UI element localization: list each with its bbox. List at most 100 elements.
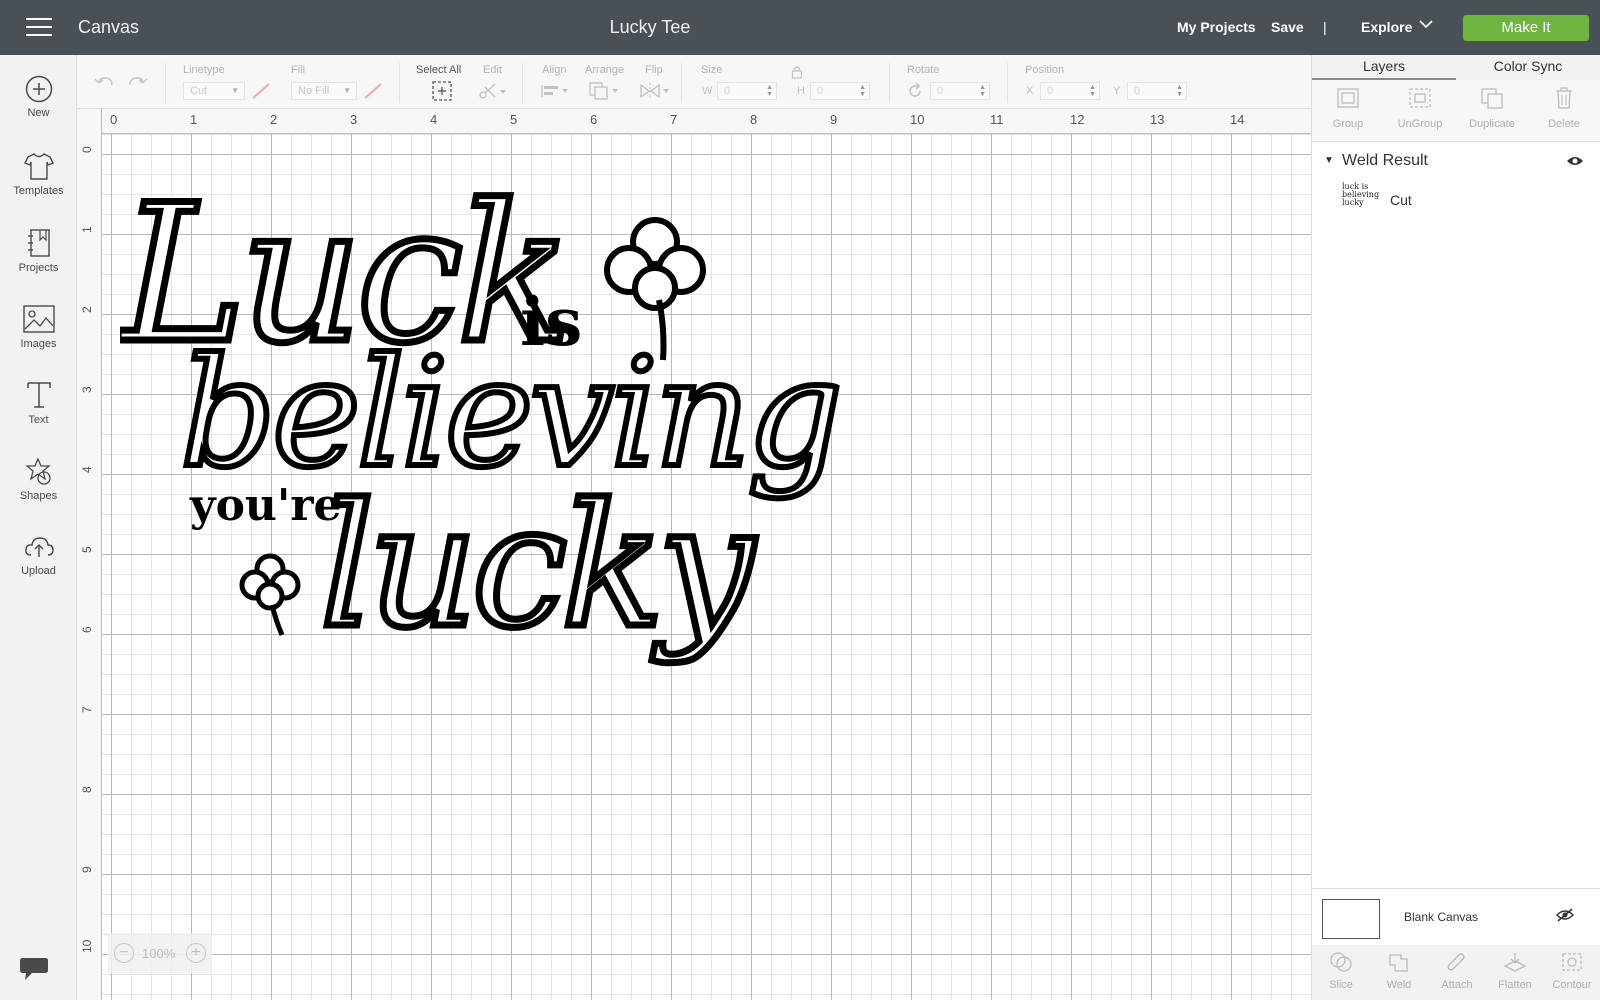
chat-bubble-icon[interactable]: [18, 955, 50, 983]
select-all-icon[interactable]: [431, 80, 453, 102]
delete-button[interactable]: Delete: [1528, 80, 1600, 130]
slice-button[interactable]: Slice: [1312, 945, 1370, 991]
ungroup-button[interactable]: UnGroup: [1384, 80, 1456, 130]
linetype-select[interactable]: Cut ▼: [183, 82, 245, 100]
attach-label: Attach: [1441, 979, 1473, 991]
sidebar-item-upload[interactable]: Upload: [0, 533, 77, 577]
blank-canvas-swatch[interactable]: [1322, 899, 1380, 939]
undo-icon[interactable]: [93, 74, 115, 92]
sidebar-item-label: Templates: [13, 185, 64, 197]
rotate-input[interactable]: 0 ▲ ▼: [930, 82, 990, 100]
tab-layers[interactable]: Layers: [1312, 58, 1456, 80]
layer-actions: Group UnGroup Duplicate Delete: [1312, 80, 1600, 142]
trash-icon: [1556, 87, 1572, 109]
sidebar-item-label: Projects: [18, 262, 59, 274]
zoom-controls: − 100% +: [108, 933, 212, 973]
ruler-mark: 8: [80, 786, 94, 793]
my-projects-link[interactable]: My Projects: [1177, 19, 1256, 35]
sidebar-item-shapes[interactable]: Shapes: [0, 456, 77, 502]
attach-button[interactable]: Attach: [1428, 945, 1486, 991]
flatten-button[interactable]: Flatten: [1486, 945, 1544, 991]
position-label: Position: [1025, 64, 1065, 76]
flatten-label: Flatten: [1498, 979, 1532, 991]
text-icon: [26, 382, 51, 408]
y-value: 0: [1134, 85, 1141, 97]
plus-circle-icon: [25, 75, 52, 103]
bottom-layer-actions: Slice Weld Attach Flatten Contour: [1312, 945, 1600, 1000]
zoom-in-button[interactable]: +: [186, 943, 206, 963]
ruler-mark: 7: [670, 112, 678, 127]
redo-icon[interactable]: [127, 74, 149, 92]
ruler-mark: 3: [80, 386, 94, 393]
layer-item[interactable]: luck is believing lucky Cut: [1312, 179, 1600, 223]
delete-label: Delete: [1548, 118, 1580, 130]
explore-dropdown[interactable]: Explore: [1361, 19, 1412, 35]
toolbar-divider: [1007, 63, 1008, 103]
group-label: Group: [1332, 118, 1364, 130]
duplicate-label: Duplicate: [1469, 118, 1515, 130]
contour-button[interactable]: Contour: [1543, 945, 1600, 991]
panel-tabs: Layers Color Sync: [1312, 55, 1600, 80]
ruler-mark: 5: [80, 546, 94, 553]
stepper-arrows-icon[interactable]: ▲ ▼: [1176, 84, 1183, 98]
nav-separator: |: [1323, 19, 1327, 35]
sidebar-item-label: Images: [20, 338, 57, 350]
stepper-arrows-icon[interactable]: ▲ ▼: [766, 84, 773, 98]
chevron-down-icon[interactable]: [1419, 19, 1433, 29]
arrange-label: Arrange: [585, 64, 625, 76]
y-position-input[interactable]: 0 ▲ ▼: [1127, 82, 1187, 100]
width-input[interactable]: 0 ▲ ▼: [717, 82, 777, 100]
duplicate-button[interactable]: Duplicate: [1456, 80, 1528, 130]
linetype-color-swatch[interactable]: [251, 82, 271, 100]
stepper-arrows-icon[interactable]: ▲ ▼: [859, 84, 866, 98]
linetype-label: Linetype: [183, 64, 225, 76]
fill-color-swatch[interactable]: [363, 82, 383, 100]
layer-name: Cut: [1390, 192, 1412, 208]
eye-icon[interactable]: [1566, 155, 1584, 167]
blank-canvas-row[interactable]: Blank Canvas: [1312, 888, 1600, 945]
sidebar-item-label: Shapes: [19, 490, 58, 502]
rotate-label: Rotate: [907, 64, 940, 76]
weld-label: Weld: [1386, 979, 1412, 991]
vertical-ruler: 0 1 2 3 4 5 6 7 8 9 10: [77, 109, 102, 1000]
weld-button[interactable]: Weld: [1370, 945, 1428, 991]
ruler-mark: 4: [430, 112, 438, 127]
ruler-mark: 14: [1230, 112, 1245, 127]
design-word-lucky: lucky: [320, 468, 756, 666]
design-artwork[interactable]: Luck is believing you're lucky: [120, 155, 840, 715]
arrange-icon[interactable]: [588, 81, 620, 101]
tab-color-sync[interactable]: Color Sync: [1456, 58, 1600, 74]
height-input[interactable]: 0 ▲ ▼: [810, 82, 870, 100]
project-title: Lucky Tee: [609, 17, 691, 37]
fill-label: Fill: [291, 64, 306, 76]
toolbar-divider: [889, 63, 890, 103]
edit-scissors-icon[interactable]: [478, 82, 508, 100]
flatten-icon: [1503, 953, 1527, 972]
stepper-arrows-icon[interactable]: ▲ ▼: [979, 84, 986, 98]
align-label: Align: [542, 64, 567, 76]
x-position-input[interactable]: 0 ▲ ▼: [1040, 82, 1100, 100]
dropdown-arrow-icon: ▼: [343, 86, 351, 95]
flip-icon[interactable]: [639, 81, 671, 101]
group-button[interactable]: Group: [1312, 80, 1384, 130]
ruler-mark: 9: [830, 112, 838, 127]
stepper-arrows-icon[interactable]: ▲ ▼: [1089, 84, 1096, 98]
ruler-mark: 11: [990, 112, 1004, 127]
sidebar-item-projects[interactable]: Projects: [0, 228, 77, 274]
blank-canvas-label: Blank Canvas: [1404, 910, 1479, 924]
collapse-caret-icon[interactable]: ▼: [1324, 155, 1334, 166]
zoom-out-button[interactable]: −: [114, 943, 134, 963]
sidebar-item-templates[interactable]: Templates: [0, 151, 77, 197]
align-icon[interactable]: [540, 83, 570, 99]
sidebar-item-text[interactable]: Text: [0, 380, 77, 426]
sidebar-item-new[interactable]: New: [0, 75, 77, 119]
fill-select[interactable]: No Fill ▼: [291, 82, 357, 100]
eye-hidden-icon[interactable]: [1556, 908, 1574, 922]
flip-label: Flip: [645, 64, 663, 76]
ruler-mark: 13: [1150, 112, 1165, 127]
make-it-button[interactable]: Make It: [1463, 15, 1589, 41]
save-button[interactable]: Save: [1271, 19, 1304, 35]
sidebar-item-images[interactable]: Images: [0, 304, 77, 350]
layer-group-row[interactable]: ▼ Weld Result: [1312, 143, 1600, 179]
lock-icon[interactable]: [791, 65, 803, 79]
